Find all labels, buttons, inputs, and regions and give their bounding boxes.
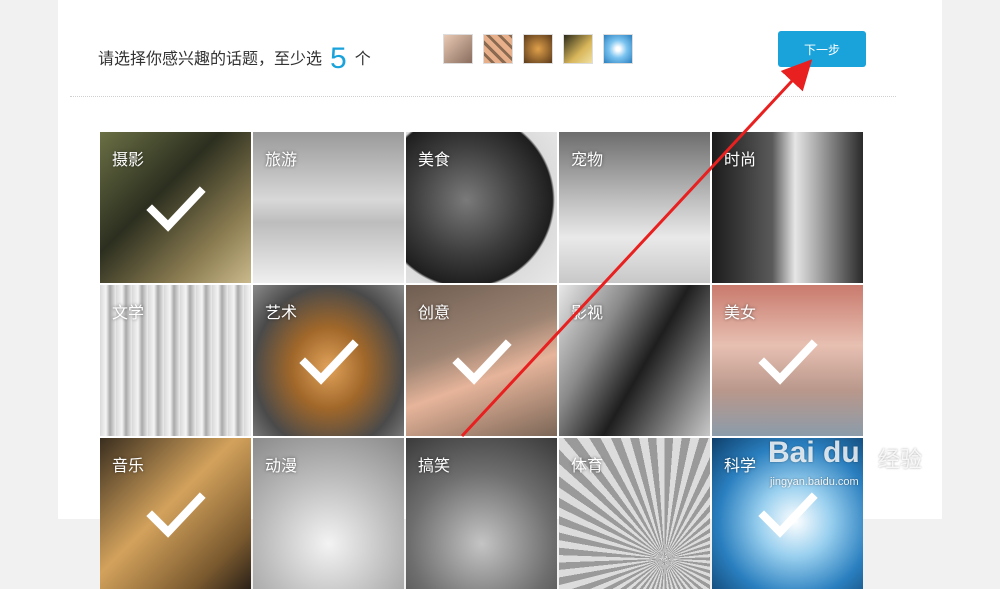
topic-label: 搞笑	[418, 456, 451, 475]
min-count: 5	[330, 42, 347, 75]
topic-tile-literature[interactable]: 文学	[100, 285, 251, 436]
topic-tile-travel[interactable]: 旅游	[253, 132, 404, 283]
topic-label: 影视	[571, 303, 604, 322]
topic-tile-music[interactable]: 音乐	[100, 438, 251, 589]
selection-prompt: 请选择你感兴趣的话题，至少选 5 个	[98, 38, 371, 75]
selected-thumb-1[interactable]	[443, 34, 473, 64]
topic-tile-anime[interactable]: 动漫	[253, 438, 404, 589]
topic-tile-fashion[interactable]: 时尚	[712, 132, 863, 283]
selected-thumbs	[443, 34, 633, 64]
topic-label: 创意	[418, 303, 451, 322]
topic-tile-creative[interactable]: 创意	[406, 285, 557, 436]
topic-label: 艺术	[265, 303, 298, 322]
topic-label: 摄影	[112, 150, 145, 169]
watermark-url: jingyan.baidu.com	[770, 476, 859, 488]
topic-label: 动漫	[265, 456, 298, 475]
checkmark-icon	[299, 339, 359, 385]
topic-tile-food[interactable]: 美食	[406, 132, 557, 283]
topic-tile-art[interactable]: 艺术	[253, 285, 404, 436]
prompt-text: 请选择你感兴趣的话题，至少选	[98, 49, 323, 68]
checkmark-icon	[758, 339, 818, 385]
topic-label: 音乐	[112, 456, 145, 475]
topic-label: 美女	[724, 303, 757, 322]
watermark-logo: Bai du	[768, 436, 860, 469]
topic-tile-beauty[interactable]: 美女	[712, 285, 863, 436]
selected-thumb-2[interactable]	[483, 34, 513, 64]
topic-label: 时尚	[724, 150, 757, 169]
topic-grid: 摄影 旅游 美食 宠物 时尚 文学 艺术 创意 影视 美女 音乐 动漫 搞笑 体…	[100, 132, 863, 589]
baidu-jingyan-watermark: Bai du 经验 jingyan.baidu.com	[768, 436, 948, 496]
topic-label: 文学	[112, 303, 145, 322]
topic-tile-pets[interactable]: 宠物	[559, 132, 710, 283]
topic-label: 美食	[418, 150, 451, 169]
divider	[70, 96, 896, 97]
topic-tile-photography[interactable]: 摄影	[100, 132, 251, 283]
topic-tile-funny[interactable]: 搞笑	[406, 438, 557, 589]
next-step-button[interactable]: 下一步	[778, 31, 866, 67]
selected-thumb-3[interactable]	[523, 34, 553, 64]
topic-label: 旅游	[265, 150, 298, 169]
topic-label: 宠物	[571, 150, 604, 169]
topic-tile-sports[interactable]: 体育	[559, 438, 710, 589]
checkmark-icon	[146, 186, 206, 232]
topic-tile-film[interactable]: 影视	[559, 285, 710, 436]
selected-thumb-4[interactable]	[563, 34, 593, 64]
topic-label: 体育	[571, 456, 604, 475]
selected-thumb-5[interactable]	[603, 34, 633, 64]
watermark-text: 经验	[878, 448, 923, 473]
checkmark-icon	[452, 339, 512, 385]
topic-label: 科学	[724, 456, 757, 475]
prompt-unit: 个	[354, 49, 371, 68]
checkmark-icon	[146, 492, 206, 538]
